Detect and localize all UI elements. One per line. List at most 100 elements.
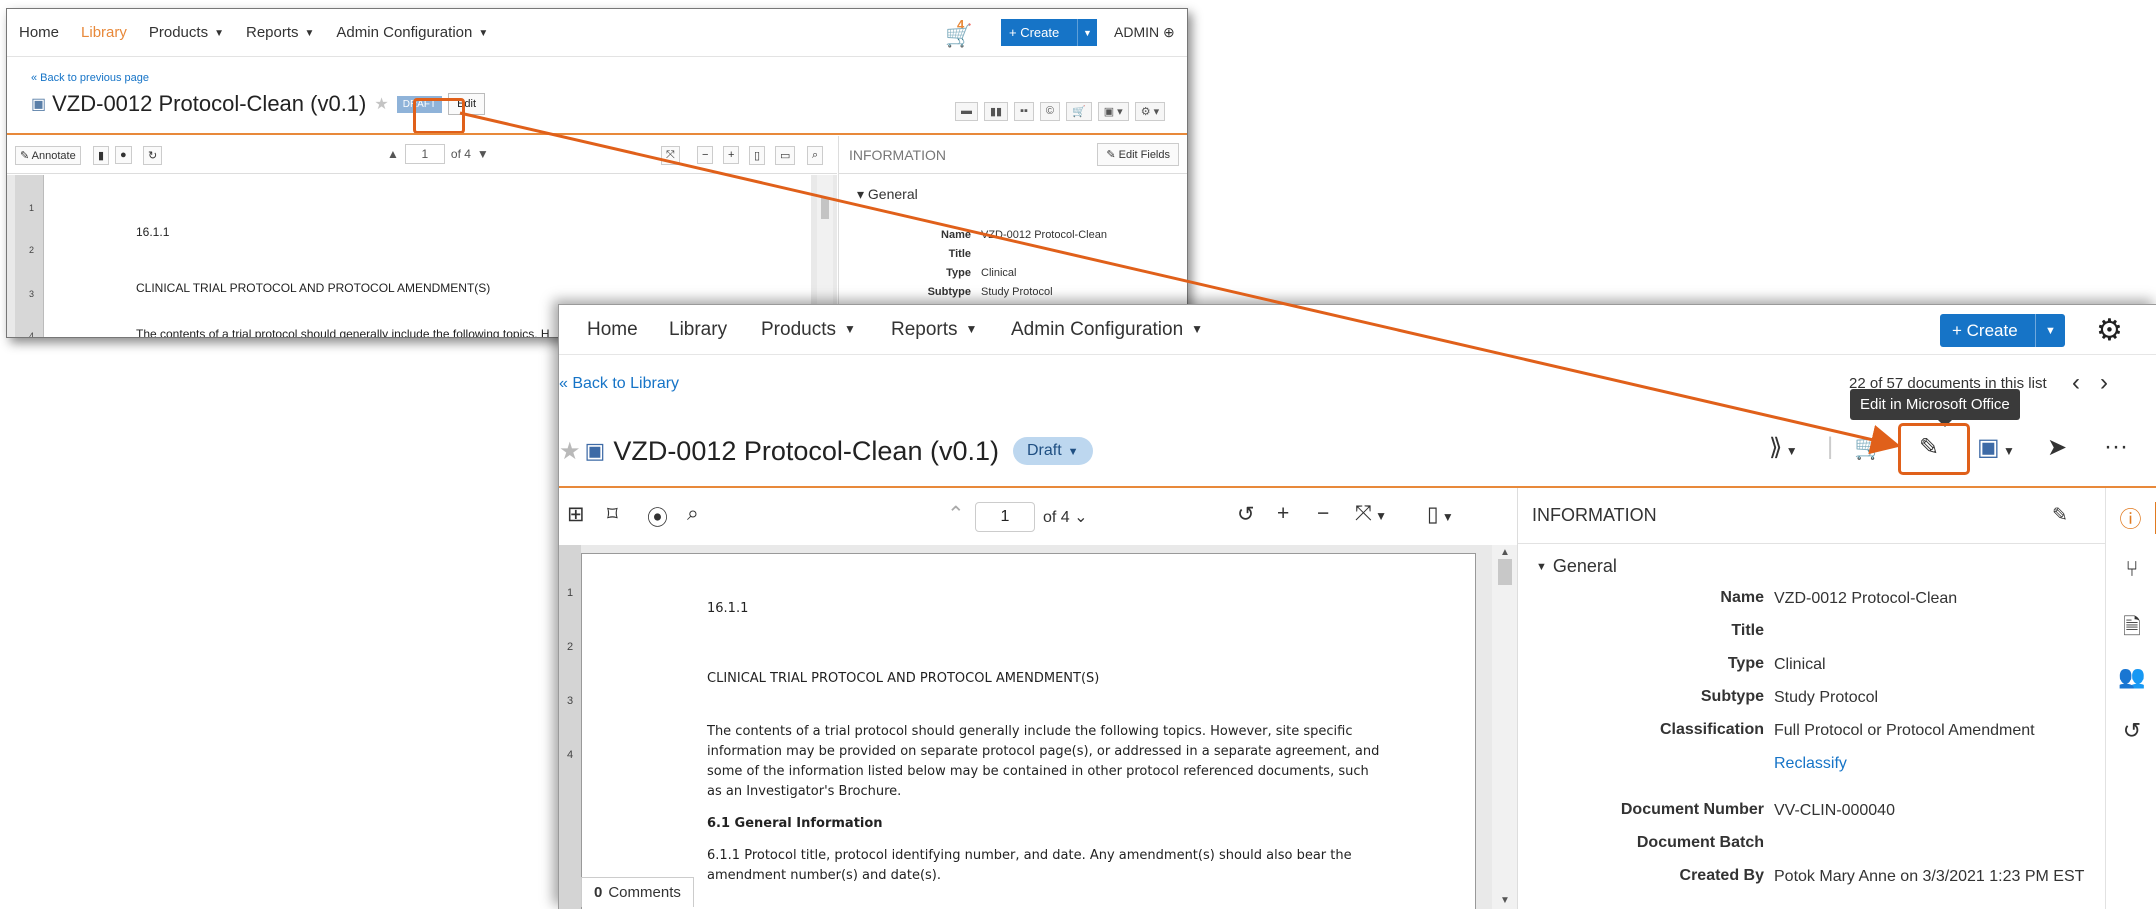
gutter-number: 3	[29, 289, 35, 299]
nav-admin-configuration[interactable]: Admin Configuration ▼	[336, 24, 488, 41]
layout-icon[interactable]: ▬	[955, 102, 978, 121]
search-icon[interactable]: ⌕	[807, 146, 824, 165]
prev-page-icon[interactable]: ⌃	[947, 502, 965, 527]
search-icon[interactable]: ⌕	[687, 502, 699, 526]
scrollbar-thumb[interactable]	[821, 197, 829, 219]
word-doc-menu-icon[interactable]: ▣ ▼	[1977, 433, 2015, 462]
fullscreen-icon[interactable]: ⤧	[661, 146, 680, 165]
cart-icon[interactable]: 🛒	[1854, 433, 1884, 462]
nav-home[interactable]: Home	[587, 319, 638, 341]
general-label: General	[1552, 556, 1617, 576]
field-label: Name	[1720, 589, 1764, 606]
annotate-button[interactable]: ✎ Annotate	[15, 146, 81, 165]
viewer-toolbar: ✎ Annotate ▮ ● ↻ ▲ 1 of 4 ▼ ⤧ − + ▯ ▭ ⌕	[7, 136, 837, 174]
edit-fields-button[interactable]: ✎ Edit Fields	[1097, 143, 1179, 166]
info-icon[interactable]: ⓘ	[2106, 502, 2156, 534]
field-value: VZD-0012 Protocol-Clean	[1774, 590, 1958, 607]
nav-products[interactable]: Products ▼	[761, 319, 856, 341]
cart-add-icon[interactable]: 🛒	[1066, 102, 1092, 121]
split-layout-icon[interactable]: ▮▮	[984, 102, 1009, 121]
fit-page-icon[interactable]: ▭	[775, 146, 796, 165]
sharing-users-icon[interactable]: 👥	[2106, 664, 2156, 690]
cart-button[interactable]: 4 🛒	[937, 17, 977, 48]
general-section-toggle[interactable]: ▼ General	[1536, 556, 1617, 577]
create-button[interactable]: + Create ▼	[1940, 314, 2065, 347]
viewer-toolbar: ⊞ ⌑ ⦿ ⌕ ⌃ 1 of 4 ⌄ ↺ + − ⤧ ▼ ▯ ▼	[559, 488, 1517, 544]
doc-menu-icon[interactable]: ▣ ▾	[1097, 102, 1129, 121]
workflow-icon[interactable]: ⟫ ▼	[1769, 433, 1798, 462]
nav-admin-configuration[interactable]: Admin Configuration ▼	[1011, 319, 1203, 341]
gutter-number: 2	[29, 245, 35, 255]
prev-document-icon[interactable]: ‹	[2072, 369, 2100, 396]
more-options-icon[interactable]: ···	[2104, 433, 2128, 461]
nav-products[interactable]: Products ▼	[149, 24, 224, 41]
prev-page-icon[interactable]: ▲	[387, 147, 399, 161]
doc-line: as an Investigator's Brochure.	[707, 784, 902, 799]
rotate-icon[interactable]: ↺	[1237, 502, 1255, 527]
page-input[interactable]: 1	[404, 144, 445, 164]
nav-library[interactable]: Library	[669, 319, 727, 341]
zoom-in-icon[interactable]: +	[723, 146, 740, 164]
back-link[interactable]: « Back to previous page	[31, 72, 149, 84]
page-total: of 4	[450, 147, 471, 161]
doc-line: 6.1.1 Protocol title, protocol identifyi…	[707, 848, 1352, 863]
copyright-icon[interactable]: ©	[1039, 102, 1061, 121]
scroll-up-icon[interactable]: ▲	[1500, 547, 1510, 558]
doc-line: 16.1.1	[136, 225, 170, 239]
nav-reports[interactable]: Reports ▼	[891, 319, 977, 341]
create-button[interactable]: + Create ▼	[1001, 19, 1097, 46]
field-value: Clinical	[981, 267, 1017, 279]
grid-layout-icon[interactable]: ▪▪	[1014, 102, 1034, 121]
doc-line: 16.1.1	[707, 601, 749, 616]
information-panel: INFORMATION ✎ ▼ General Name VZD-0012 Prot…	[1517, 488, 2105, 909]
field-label: Document Batch	[1636, 834, 1764, 851]
general-section-toggle[interactable]: ▾ General	[857, 186, 918, 203]
document-viewer[interactable]: 1 2 3 4 16.1.1 CLINICAL TRIAL PROTOCOL A…	[559, 545, 1517, 909]
page-total-selector[interactable]: of 4 ⌄	[1043, 507, 1088, 527]
page-view-icon[interactable]: ▯ ▼	[1427, 502, 1454, 527]
settings-icon[interactable]: ⚙ ▾	[1134, 102, 1166, 121]
field-label: Name	[941, 229, 971, 241]
scrollbar-thumb[interactable]	[1498, 559, 1512, 585]
pencil-icon[interactable]: ✎	[2052, 504, 2068, 527]
nav-reports[interactable]: Reports ▼	[246, 24, 314, 41]
gear-icon[interactable]: ⚙	[2096, 313, 2123, 348]
zoom-in-icon[interactable]: +	[1277, 502, 1289, 526]
favorite-star-icon[interactable]: ★	[559, 437, 581, 466]
field-label: Title	[1731, 622, 1764, 639]
annotate-icon[interactable]: ⊞	[567, 502, 585, 527]
nav-home[interactable]: Home	[19, 24, 59, 41]
favorite-star-icon[interactable]: ★	[374, 94, 388, 114]
status-badge[interactable]: Draft ▼	[1012, 437, 1093, 465]
field-value: Full Protocol or Protocol Amendment	[1774, 722, 2035, 739]
pin-icon[interactable]: ⦿	[647, 502, 668, 532]
pin-icon[interactable]: ●	[115, 146, 132, 164]
user-menu[interactable]: ADMIN ⊕	[1114, 24, 1175, 41]
refresh-icon[interactable]: ↻	[143, 146, 163, 165]
comments-tab[interactable]: 0 Comments	[581, 877, 694, 907]
scroll-down-icon[interactable]: ▼	[1500, 895, 1510, 906]
send-icon[interactable]: ➤	[2047, 433, 2067, 462]
reclassify-link[interactable]: Reclassify	[1774, 754, 2094, 774]
annotate-icon: ✎	[20, 150, 32, 162]
caret-down-icon: ▼	[843, 322, 856, 336]
chevron-down-icon[interactable]: ▼	[1077, 19, 1097, 46]
chevron-down-icon[interactable]: ▼	[2035, 314, 2065, 347]
fit-screen-icon[interactable]: ⤧ ▼	[1355, 502, 1387, 526]
nav-library[interactable]: Library	[81, 24, 127, 41]
zoom-out-icon[interactable]: −	[1317, 502, 1329, 526]
top-nav: Home Library Products ▼ Reports ▼ Admin Co…	[7, 9, 1187, 57]
history-icon[interactable]: ↺	[2106, 718, 2156, 744]
field-label: Title	[948, 248, 971, 260]
relationships-icon[interactable]: ⑂	[2106, 556, 2156, 582]
page-input[interactable]: 1	[975, 502, 1035, 532]
bookmark-icon[interactable]: ⌑	[607, 502, 618, 527]
scrollbar[interactable]	[1492, 545, 1517, 909]
back-link[interactable]: « Back to Library	[559, 375, 679, 393]
next-page-icon[interactable]: ▼	[477, 147, 489, 161]
bookmark-icon[interactable]: ▮	[93, 146, 110, 165]
document-icon[interactable]: 🗎	[2106, 610, 2156, 648]
zoom-out-icon[interactable]: −	[697, 146, 714, 164]
next-document-icon[interactable]: ›	[2100, 369, 2128, 396]
fit-width-icon[interactable]: ▯	[749, 146, 766, 165]
